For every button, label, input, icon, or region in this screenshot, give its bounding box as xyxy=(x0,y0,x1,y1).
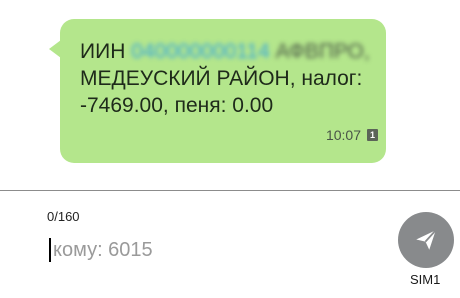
send-button[interactable] xyxy=(398,212,454,268)
message-prefix: ИИН xyxy=(80,40,132,63)
character-counter: 0/160 xyxy=(47,209,80,224)
message-line-3: -7469.00, пеня: 0.00 xyxy=(80,94,274,117)
send-icon xyxy=(416,229,437,250)
message-thread: ИИН 040000000114 АФВПРО, МЕДЕУСКИЙ РАЙОН… xyxy=(0,0,460,190)
sim-label: SIM1 xyxy=(410,272,441,287)
masked-name: АФВПРО, xyxy=(269,40,370,63)
masked-iin-number: 040000000114 xyxy=(131,40,270,63)
message-composer: 0/160 SIM1 xyxy=(0,191,460,298)
message-line-2: МЕДЕУСКИЙ РАЙОН, налог: xyxy=(80,67,363,90)
text-caret xyxy=(49,238,51,262)
message-text: ИИН 040000000114 АФВПРО, МЕДЕУСКИЙ РАЙОН… xyxy=(80,38,380,119)
message-input[interactable] xyxy=(46,235,353,265)
message-meta: 10:07 1 xyxy=(326,127,378,143)
recipient-input-wrapper xyxy=(46,235,353,265)
message-line-1: ИИН 040000000114 АФВПРО, xyxy=(80,38,380,65)
sim-badge-icon: 1 xyxy=(367,129,378,141)
message-time: 10:07 xyxy=(325,127,361,143)
